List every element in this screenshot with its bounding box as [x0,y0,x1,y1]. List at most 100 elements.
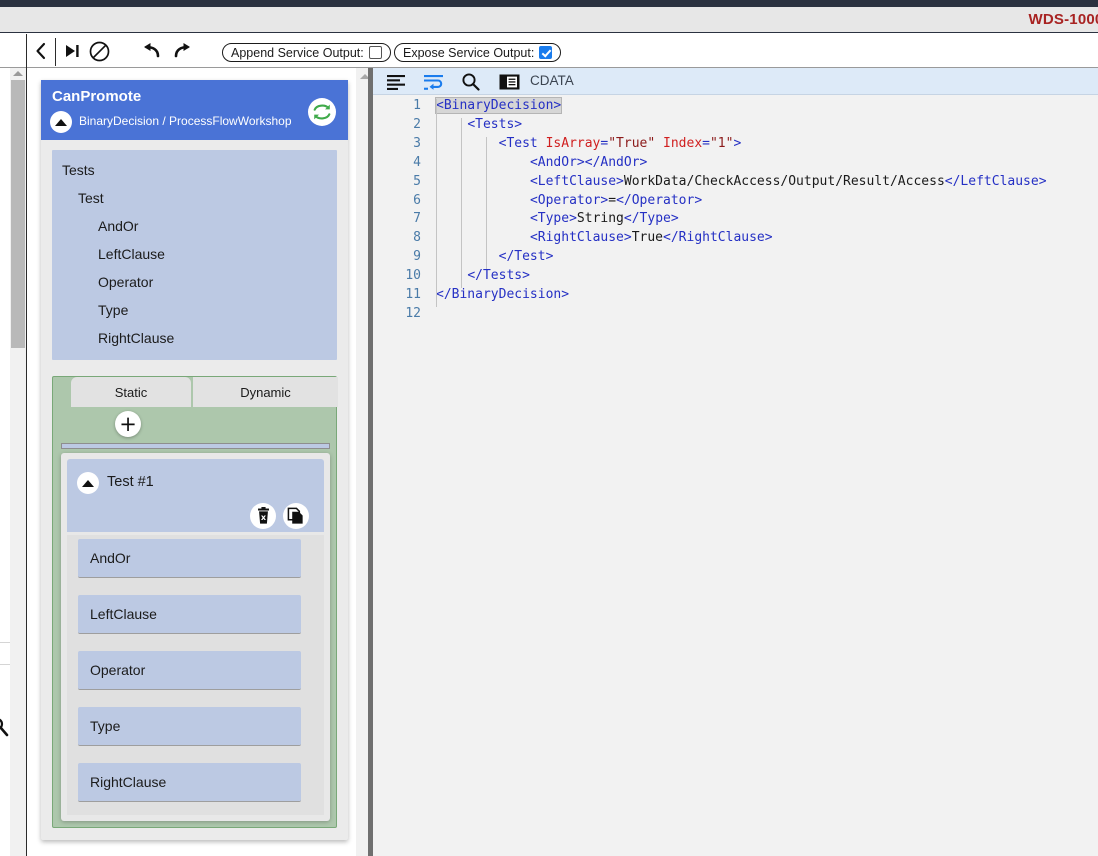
code-line[interactable]: <AndOr></AndOr> [430,154,647,173]
search-icon [462,72,480,91]
code-token-text: = [608,192,617,208]
format-lines-icon [386,74,405,90]
code-token-val: "1" [709,135,734,151]
line-number: 2 [413,116,421,132]
undo-button[interactable] [140,38,164,64]
line-number: 6 [413,192,421,208]
code-token-text: String [576,211,624,227]
tree-item-leftclause[interactable]: LeftClause [98,246,165,262]
xml-editor: CDATA 1 2 3 4 5 6 7 8 9 10 11 12 <BinaryDecision> <T… [373,68,1098,856]
code-token-tag: <Test [498,135,546,151]
code-line[interactable]: <LeftClause>WorkData/CheckAccess/Output/… [430,173,1047,192]
node-collapse-button[interactable] [50,111,72,133]
code-token-tag: <Tests> [467,116,523,132]
line-number-gutter: 1 2 3 4 5 6 7 8 9 10 11 12 [373,95,430,856]
field-list: AndOr LeftClause Operator Type RightClause [67,535,324,815]
code-line[interactable]: <Type>String</Type> [430,210,679,229]
scroll-up-arrow-icon[interactable] [13,71,23,76]
append-service-output-label: Append Service Output: [231,45,364,60]
tree-item-rightclause[interactable]: RightClause [98,330,174,346]
code-token-tag: </RightClause> [663,230,773,246]
code-line[interactable]: <Operator>=</Operator> [430,192,702,211]
line-number: 3 [413,135,421,151]
field-row-andor[interactable]: AndOr [78,539,301,578]
code-token-tag: = [702,135,710,151]
chevron-left-icon [35,42,45,60]
back-button[interactable] [30,38,50,64]
code-token-tag: <AndOr></AndOr> [529,154,648,170]
search-button[interactable] [461,72,481,91]
line-number: 5 [413,173,421,189]
cdata-panel-button[interactable] [498,72,520,91]
code-token-tag: <Type> [529,211,577,227]
code-token-tag: <RightClause> [529,230,632,246]
stop-button[interactable] [86,38,112,64]
redo-button[interactable] [170,38,194,64]
code-token-tag: </Tests> [467,268,530,284]
field-row-leftclause[interactable]: LeftClause [78,595,301,634]
test-collapse-button[interactable] [77,472,99,494]
scrollbar-thumb[interactable] [11,80,25,348]
expose-service-output-label: Expose Service Output: [403,45,535,60]
step-forward-button[interactable] [60,38,84,64]
code-token-tag [655,136,663,151]
code-line[interactable]: <Test IsArray="True" Index="1"> [430,135,742,154]
line-number: 8 [413,230,421,246]
code-token-tag: <Operator> [529,192,609,208]
test-definition-panel: Static Dynamic + Test #1 x AndOr LeftCla… [52,376,338,828]
search-icon [0,718,9,738]
chevron-up-icon [55,118,67,126]
word-wrap-button[interactable] [424,72,444,91]
test-card: Test #1 x AndOr LeftClause Operator Type… [61,453,330,821]
code-token-tag: > [733,135,742,151]
delete-test-button[interactable]: x [250,503,276,529]
copy-duplicate-icon [287,507,303,524]
code-token-tag: </BinaryDecision> [436,287,570,302]
code-line[interactable]: </BinaryDecision> [430,286,569,305]
background-divider-line [0,664,10,665]
field-row-rightclause[interactable]: RightClause [78,763,301,802]
tree-item-type[interactable]: Type [98,302,128,318]
field-row-operator[interactable]: Operator [78,651,301,690]
tab-dynamic[interactable]: Dynamic [193,377,338,407]
add-test-button[interactable]: + [115,411,141,437]
line-number: 11 [405,287,421,302]
test-card-title: Test #1 [107,474,154,490]
test-card-header: Test #1 x [67,459,324,532]
append-service-output-toggle[interactable]: Append Service Output: [222,43,391,62]
code-line[interactable]: <RightClause>True</RightClause> [430,229,773,248]
fold-guide [461,118,462,288]
window-vertical-scrollbar[interactable] [10,68,26,856]
code-area[interactable]: 1 2 3 4 5 6 7 8 9 10 11 12 <BinaryDecision> <Tests> <… [373,95,1098,856]
format-lines-button[interactable] [386,72,406,91]
expose-service-output-toggle[interactable]: Expose Service Output: [394,43,562,62]
code-line[interactable]: <Tests> [430,116,522,135]
tree-item-andor[interactable]: AndOr [98,218,138,234]
line-number: 7 [413,211,421,227]
code-line[interactable]: <BinaryDecision> [430,97,563,116]
fold-guide [486,137,487,269]
code-token-attr: Index [663,135,703,151]
line-number: 10 [405,268,421,284]
tree-item-test[interactable]: Test [78,190,104,206]
field-row-type[interactable]: Type [78,707,301,746]
tree-item-tests[interactable]: Tests [62,162,95,178]
code-token-text: True [631,230,664,246]
tree-item-operator[interactable]: Operator [98,274,153,290]
node-title: CanPromote [52,88,142,105]
step-forward-icon [66,45,79,57]
expose-service-output-checkbox[interactable] [539,46,553,59]
tab-static[interactable]: Static [71,377,191,407]
code-token-tag: <LeftClause> [529,173,624,189]
append-service-output-checkbox[interactable] [368,46,382,59]
collapsed-row-strip [61,443,330,449]
code-line[interactable]: </Tests> [430,267,530,286]
element-tree: Tests Test AndOr LeftClause Operator Type Righ… [52,150,337,360]
duplicate-test-button[interactable] [283,503,309,529]
code-line[interactable]: </Test> [430,248,554,267]
refresh-button[interactable] [308,98,336,126]
tab-bar: Static Dynamic [53,377,338,407]
fold-guide [436,99,437,307]
code-token-tag: </LeftClause> [944,173,1047,189]
form-panel-scrollbar[interactable] [356,68,373,856]
